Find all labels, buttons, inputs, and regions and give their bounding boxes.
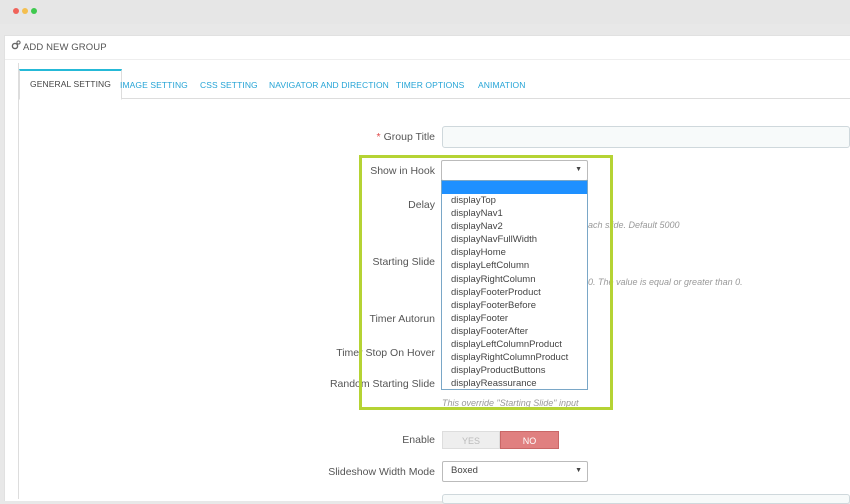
cogs-icon xyxy=(11,40,21,50)
close-window-dot[interactable] xyxy=(13,8,19,14)
slideshow-width-mode-value: Boxed xyxy=(451,465,478,476)
group-title-label-text: Group Title xyxy=(383,131,435,143)
required-mark: * xyxy=(376,131,381,143)
enable-label: Enable xyxy=(402,434,435,446)
group-title-input[interactable] xyxy=(442,126,850,148)
enable-yes-option[interactable]: YES xyxy=(442,431,500,449)
next-field-input[interactable] xyxy=(442,494,850,504)
minimize-window-dot[interactable] xyxy=(22,8,28,14)
browser-chrome xyxy=(0,0,850,24)
slideshow-width-mode-select[interactable]: Boxed ▼ xyxy=(442,461,588,482)
maximize-window-dot[interactable] xyxy=(31,8,37,14)
panel-header: ADD NEW GROUP xyxy=(5,36,850,60)
highlight-frame xyxy=(359,155,613,410)
slideshow-width-mode-label: Slideshow Width Mode xyxy=(328,466,435,478)
panel-title: ADD NEW GROUP xyxy=(23,42,107,53)
chevron-down-icon: ▼ xyxy=(575,467,582,474)
group-title-label: * Group Title xyxy=(377,131,435,143)
enable-toggle[interactable]: YES NO xyxy=(442,431,559,449)
enable-no-option[interactable]: NO xyxy=(500,431,559,449)
